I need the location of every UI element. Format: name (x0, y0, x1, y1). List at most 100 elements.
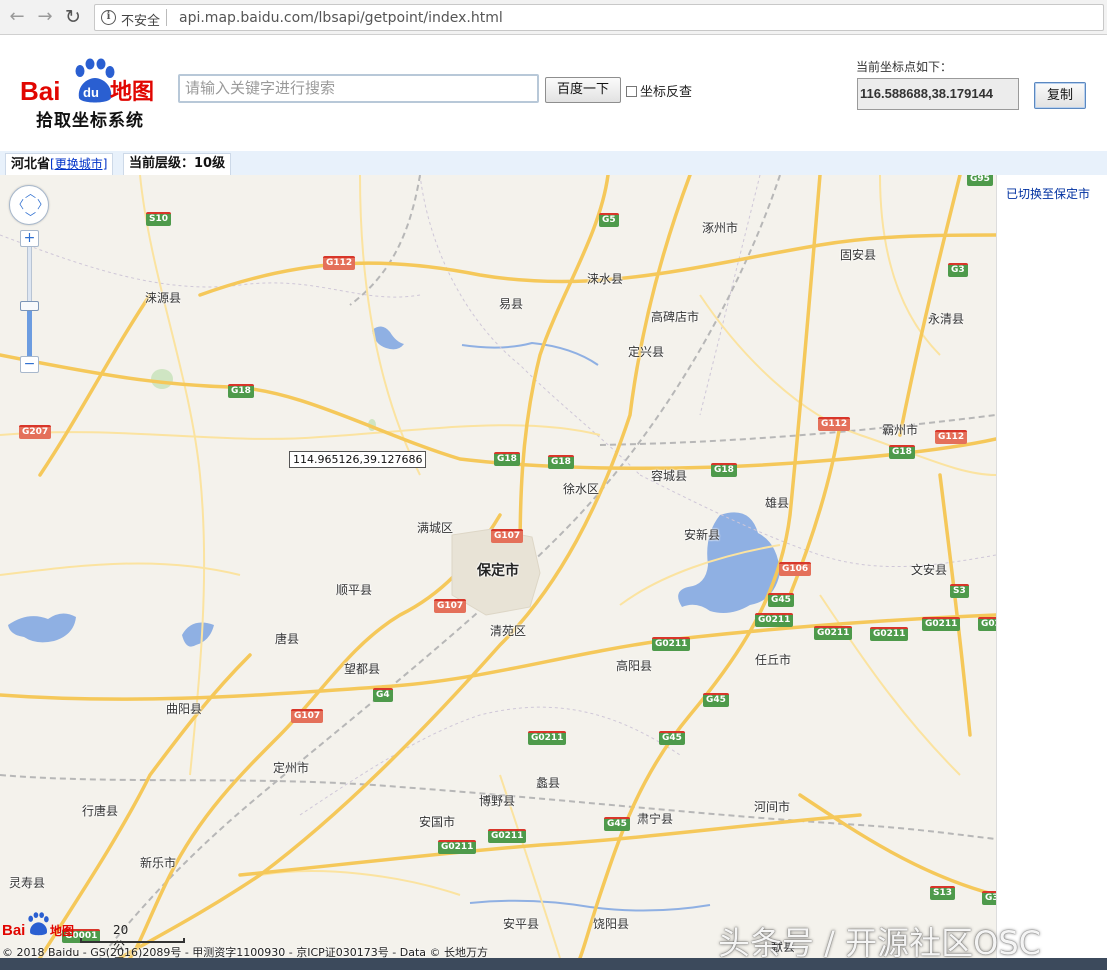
highway-shield: G3 (982, 891, 996, 905)
zoom-slider-fill (27, 307, 32, 363)
highway-shield: G112 (935, 430, 968, 444)
pan-control[interactable]: ︿ ﹀ 〈 〉 (9, 185, 49, 225)
highway-shield: G18 (711, 463, 737, 477)
place-label[interactable]: 安平县 (503, 915, 539, 932)
coord-label: 当前坐标点如下： (856, 60, 953, 74)
checkbox-icon[interactable] (626, 86, 637, 97)
url-text[interactable]: api.map.baidu.com/lbsapi/getpoint/index.… (179, 10, 503, 26)
place-label[interactable]: 高阳县 (616, 657, 652, 674)
highway-shield: G0211 (652, 637, 691, 651)
place-label[interactable]: 望都县 (344, 660, 380, 677)
place-label[interactable]: 文安县 (911, 561, 947, 578)
forward-icon[interactable]: → (34, 6, 56, 28)
coord-value-field[interactable]: 116.588688,38.179144 (857, 78, 1019, 110)
zoom-out-button[interactable]: − (20, 356, 39, 373)
highway-shield: G45 (604, 817, 630, 831)
place-label[interactable]: 永清县 (928, 310, 964, 327)
highway-shield: G112 (818, 417, 851, 431)
highway-shield: S3 (950, 584, 969, 598)
place-label[interactable]: 饶阳县 (593, 915, 629, 932)
place-label[interactable]: 安国市 (419, 813, 455, 830)
highway-shield: G5 (599, 213, 619, 227)
copyright-text: © 2018 Baidu - GS(2016)2089号 - 甲测资字11009… (2, 946, 489, 958)
place-label[interactable]: 行唐县 (82, 802, 118, 819)
place-label[interactable]: 清苑区 (490, 622, 526, 639)
zoom-slider-handle[interactable] (20, 301, 39, 311)
level-bar: 河北省[更换城市] 当前层级：10级 (0, 151, 1107, 175)
map-canvas[interactable]: 涿州市 固安县 涞水县 涞源县 易县 高碑店市 永清县 定兴县 霸州市 容城县 … (0, 175, 996, 958)
province-tab: 河北省[更换城市] (5, 153, 114, 175)
highway-shield: G0211 (814, 626, 853, 640)
place-label[interactable]: 安新县 (684, 526, 720, 543)
highway-shield: G0211 (528, 731, 567, 745)
system-title: 拾取坐标系统 (36, 111, 144, 131)
search-button[interactable]: 百度一下 (545, 77, 621, 103)
place-label[interactable]: 涞水县 (587, 270, 623, 287)
place-label[interactable]: 徐水区 (563, 480, 599, 497)
place-label[interactable]: 任丘市 (755, 651, 791, 668)
highway-shield: G45 (703, 693, 729, 707)
highway-shield: S13 (930, 886, 956, 900)
pan-right-icon[interactable]: 〉 (37, 199, 48, 210)
highway-shield: G107 (434, 599, 467, 613)
baidu-map-logo[interactable]: Bai du 地图 (20, 54, 165, 114)
place-label[interactable]: 定兴县 (628, 343, 664, 360)
city-switch-message: 已切换至保定市 (1006, 187, 1091, 201)
place-label[interactable]: 河间市 (754, 798, 790, 815)
reload-icon[interactable]: ↻ (62, 6, 84, 28)
place-label[interactable]: 肃宁县 (637, 810, 673, 827)
os-taskbar (0, 958, 1107, 970)
place-label[interactable]: 灵寿县 (9, 874, 45, 891)
place-label-city[interactable]: 保定市 (477, 560, 519, 580)
place-label[interactable]: 固安县 (840, 246, 876, 263)
place-label[interactable]: 霸州市 (882, 421, 918, 438)
place-label[interactable]: 涿州市 (702, 219, 738, 236)
highway-shield: G0211 (870, 627, 909, 641)
highway-shield: S10 (146, 212, 172, 226)
place-label[interactable]: 唐县 (275, 630, 299, 647)
highway-shield: G02 (978, 617, 996, 631)
highway-shield: G0211 (755, 613, 794, 627)
pan-down-icon[interactable]: ﹀ (25, 212, 36, 223)
place-label[interactable]: 满城区 (417, 519, 453, 536)
place-label[interactable]: 涞源县 (145, 289, 181, 306)
info-icon[interactable]: i (101, 10, 116, 25)
province-name: 河北省 (11, 157, 51, 172)
place-label[interactable]: 蠡县 (536, 774, 560, 791)
reverse-lookup-checkbox[interactable]: 坐标反查 (626, 81, 692, 100)
place-label[interactable]: 顺平县 (336, 581, 372, 598)
change-city-link[interactable]: [更换城市] (50, 157, 107, 171)
coordinate-tooltip: 114.965126,39.127686 (289, 451, 427, 468)
security-label: 不安全 (121, 14, 161, 29)
zoom-in-button[interactable]: + (20, 230, 39, 247)
highway-shield: G3 (948, 263, 968, 277)
highway-shield: G4 (373, 688, 393, 702)
page-header: Bai du 地图 拾取坐标系统 百度一下 坐标反查 当前坐标点如下： 116.… (0, 36, 1107, 151)
place-label[interactable]: 高碑店市 (651, 308, 699, 325)
highway-shield: G107 (291, 709, 324, 723)
place-label[interactable]: 容城县 (651, 467, 687, 484)
highway-shield: G0211 (438, 840, 477, 854)
place-label[interactable]: 曲阳县 (166, 700, 202, 717)
highway-shield: G106 (779, 562, 812, 576)
address-bar[interactable]: i 不安全 api.map.baidu.com/lbsapi/getpoint/… (94, 4, 1104, 31)
address-divider (166, 9, 167, 26)
pan-left-icon[interactable]: 〈 (13, 199, 24, 210)
highway-shield: G95 (967, 175, 993, 186)
scale-line (80, 938, 185, 943)
pan-up-icon[interactable]: ︿ (25, 188, 36, 199)
place-label[interactable]: 新乐市 (140, 854, 176, 871)
highway-shield: G112 (323, 256, 356, 270)
highway-shield: G0211 (488, 829, 527, 843)
place-label[interactable]: 博野县 (479, 792, 515, 809)
place-label[interactable]: 定州市 (273, 759, 309, 776)
copy-button[interactable]: 复制 (1034, 82, 1086, 109)
back-icon[interactable]: ← (6, 6, 28, 28)
info-panel: 已切换至保定市 (996, 175, 1107, 958)
highway-shield: G45 (659, 731, 685, 745)
highway-shield: G18 (228, 384, 254, 398)
search-input[interactable] (178, 74, 539, 103)
map-logo-bai: Bai (2, 922, 26, 939)
place-label[interactable]: 易县 (499, 295, 523, 312)
place-label[interactable]: 雄县 (765, 494, 789, 511)
